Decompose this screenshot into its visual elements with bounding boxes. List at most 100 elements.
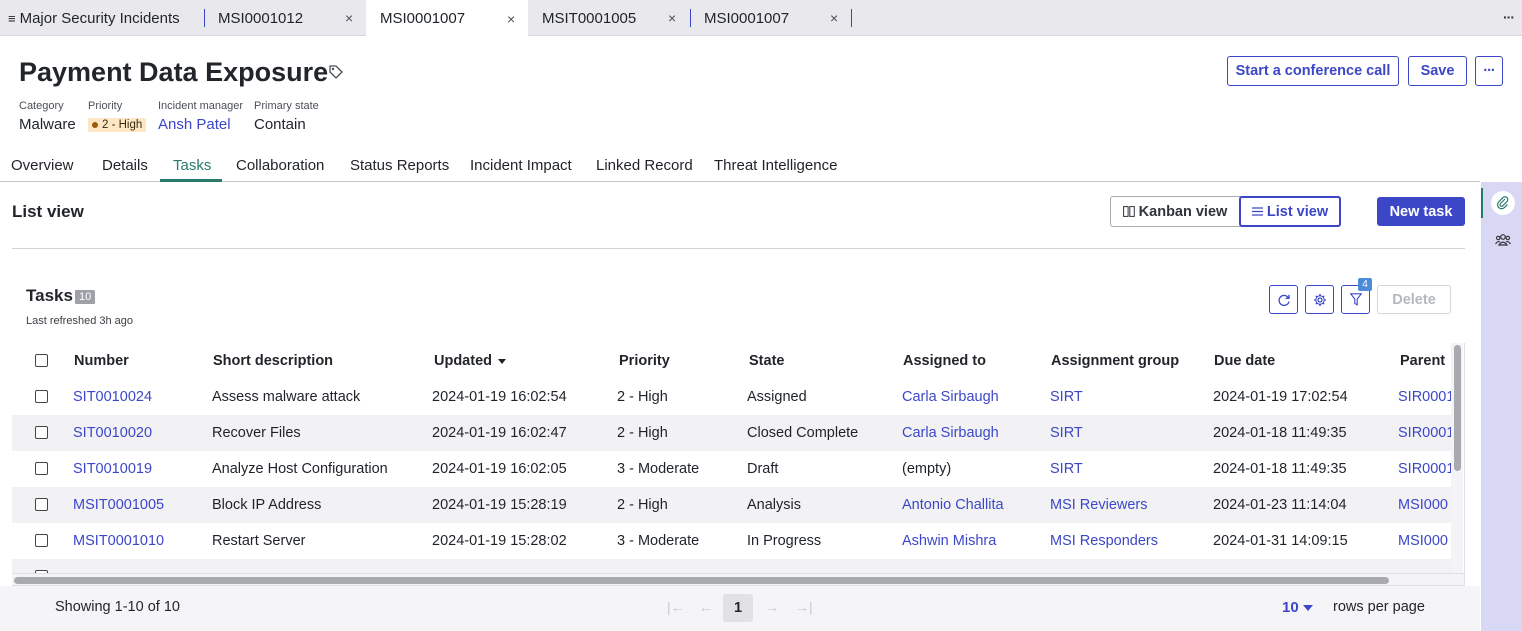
people-icon[interactable] [1495,233,1511,247]
tasks-table: Number Short description Updated Priorit… [12,343,1465,573]
horizontal-scrollbar[interactable] [12,573,1465,585]
task-description: Analyze Host Configuration [212,461,388,477]
parent-link[interactable]: MSI000 [1398,487,1448,523]
task-number-link[interactable]: SIT0010024 [73,379,152,415]
parent-link[interactable]: SIR0001 [1398,415,1454,451]
start-conference-call-button[interactable]: Start a conference call [1227,56,1399,86]
tag-icon[interactable] [328,64,344,80]
tab-overview[interactable]: Overview [11,157,74,174]
horizontal-scroll-thumb[interactable] [14,577,1389,584]
table-row: MSIT0001005 Block IP Address 2024-01-19 … [12,487,1452,523]
close-icon[interactable]: × [668,10,676,26]
assignment-group-link[interactable]: SIRT [1050,451,1083,487]
task-number-link[interactable]: MSIT0001005 [73,487,164,523]
table-row: SIT0010020 Recover Files 2024-01-19 16:0… [12,415,1454,451]
task-description: Block IP Address [212,497,322,513]
vertical-scrollbar[interactable] [1451,343,1463,573]
close-icon[interactable]: × [507,11,515,27]
column-header-updated-label: Updated [434,353,492,369]
assigned-to-link[interactable]: Carla Sirbaugh [902,379,999,415]
list-icon [1251,207,1263,216]
column-header-updated[interactable]: Updated [434,343,506,379]
column-header-due-date[interactable]: Due date [1214,343,1275,379]
assignment-group-link[interactable]: MSI Reviewers [1050,487,1148,523]
task-priority: 2 - High [617,389,668,405]
task-updated: 2024-01-19 15:28:19 [432,497,567,513]
row-checkbox[interactable] [35,534,48,547]
row-checkbox[interactable] [35,390,48,403]
list-view-label: List view [1266,203,1329,220]
next-page-icon[interactable]: → [765,599,779,615]
task-number-link[interactable]: SIT0010020 [73,415,152,451]
table-row-partial [12,559,1452,573]
assignment-group-link[interactable]: SIRT [1050,379,1083,415]
table-row: SIT0010024 Assess malware attack 2024-01… [12,379,1454,415]
tab-incident-impact[interactable]: Incident Impact [470,157,572,174]
tab-collaboration[interactable]: Collaboration [236,157,324,174]
tab-details[interactable]: Details [102,157,148,174]
tab-msi0001012[interactable]: MSI0001012 × [218,0,364,36]
table-row: SIT0010019 Analyze Host Configuration 20… [12,451,1454,487]
first-page-icon[interactable]: |← [667,599,685,615]
last-refreshed-text: Last refreshed 3h ago [26,315,134,327]
assignment-group-link[interactable]: SIRT [1050,415,1083,451]
workspace-tab-strip: ≡ Major Security Incidents MSI0001012 × … [0,0,1522,37]
tab-tasks[interactable]: Tasks [173,157,211,174]
priority-value: 2 - High [102,119,143,131]
close-icon[interactable]: × [345,10,353,26]
column-header-short-description[interactable]: Short description [213,343,333,379]
incident-manager-link[interactable]: Ansh Patel [158,116,243,133]
parent-link[interactable]: MSI000 [1398,523,1448,559]
column-header-assigned-to[interactable]: Assigned to [903,343,986,379]
tab-msi0001007[interactable]: MSI0001007 × [704,0,850,36]
tab-msit0001005[interactable]: MSIT0001005 × [542,0,688,36]
column-header-parent[interactable]: Parent [1400,343,1445,379]
task-priority: 3 - Moderate [617,461,700,477]
close-icon[interactable]: × [830,10,838,26]
vertical-scroll-thumb[interactable] [1454,345,1461,471]
column-header-priority[interactable]: Priority [619,343,670,379]
prev-page-icon[interactable]: ← [699,599,713,615]
field-incident-manager: Incident manager Ansh Patel [158,100,243,133]
attachments-button[interactable] [1491,191,1515,215]
tab-status-reports[interactable]: Status Reports [350,157,449,174]
row-checkbox[interactable] [35,498,48,511]
task-number-link[interactable]: MSIT0001010 [73,523,164,559]
last-page-icon[interactable]: →| [795,599,813,615]
current-page-button[interactable]: 1 [723,594,753,622]
select-all-checkbox[interactable] [35,354,48,367]
new-task-button[interactable]: New task [1377,197,1465,226]
column-header-state[interactable]: State [749,343,784,379]
task-due-date: 2024-01-18 11:49:35 [1213,461,1347,477]
delete-button[interactable]: Delete [1377,285,1451,314]
page-title: Payment Data Exposure [19,57,329,87]
column-header-number[interactable]: Number [74,343,129,379]
more-tabs-button[interactable]: ··· [1503,9,1515,25]
assigned-to-link[interactable]: Carla Sirbaugh [902,415,999,451]
chevron-down-icon[interactable] [1303,605,1313,611]
tab-major-security-incidents[interactable]: ≡ Major Security Incidents [8,0,180,36]
save-button[interactable]: Save [1408,56,1467,86]
field-label: Incident manager [158,100,243,112]
assigned-to-link[interactable]: Ashwin Mishra [902,523,996,559]
refresh-button[interactable] [1269,285,1298,314]
tab-msi0001007-active[interactable]: MSI0001007 × [366,0,528,37]
kanban-view-toggle[interactable]: Kanban view [1111,197,1239,226]
list-view-toggle[interactable]: List view [1239,196,1341,227]
task-number-link[interactable]: SIT0010019 [73,451,152,487]
column-header-assignment-group[interactable]: Assignment group [1051,343,1179,379]
rows-per-page-select[interactable]: 10 [1282,599,1299,616]
assigned-to-link[interactable]: Antonio Challita [902,487,1004,523]
parent-link[interactable]: SIR0001 [1398,451,1454,487]
parent-link[interactable]: SIR0001 [1398,379,1454,415]
tab-threat-intelligence[interactable]: Threat Intelligence [714,157,837,174]
more-actions-button[interactable]: ··· [1475,56,1503,86]
row-checkbox[interactable] [35,462,48,475]
tab-linked-record[interactable]: Linked Record [596,157,693,174]
assignment-group-link[interactable]: MSI Responders [1050,523,1158,559]
paperclip-icon [1496,196,1509,210]
settings-button[interactable] [1305,285,1334,314]
task-description: Restart Server [212,533,306,549]
table-row: MSIT0001010 Restart Server 2024-01-19 15… [12,523,1452,559]
row-checkbox[interactable] [35,426,48,439]
